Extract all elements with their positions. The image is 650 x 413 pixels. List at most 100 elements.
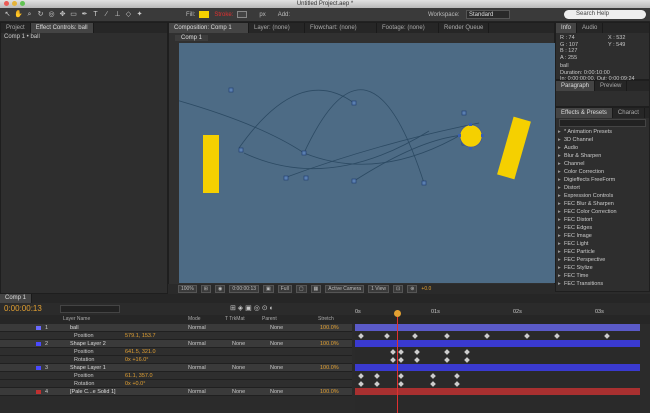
keyframe[interactable] xyxy=(398,373,404,379)
effects-list-item[interactable]: Audio xyxy=(556,144,649,152)
keyframe[interactable] xyxy=(524,333,530,339)
views-dropdown[interactable]: 1 View xyxy=(368,285,389,293)
keyframe[interactable] xyxy=(398,357,404,363)
playhead-handle[interactable] xyxy=(394,310,401,317)
rotate-tool-icon[interactable]: ↻ xyxy=(36,10,45,19)
keyframe[interactable] xyxy=(464,357,470,363)
layer-stretch[interactable]: 100.0% xyxy=(320,364,339,372)
layer-trkmat-dropdown[interactable]: None xyxy=(232,364,245,372)
keyframe[interactable] xyxy=(358,381,364,387)
keyframe[interactable] xyxy=(412,333,418,339)
keyframe[interactable] xyxy=(464,349,470,355)
layer-stretch[interactable]: 100.0% xyxy=(320,340,339,348)
keyframe[interactable] xyxy=(398,349,404,355)
layer-parent-dropdown[interactable]: None xyxy=(270,340,283,348)
eraser-tool-icon[interactable]: ◇ xyxy=(124,10,133,19)
transparency-icon[interactable]: ▦ xyxy=(310,285,322,293)
transform-handle[interactable] xyxy=(458,134,461,137)
property-value[interactable]: 641.5, 321.0 xyxy=(125,348,156,356)
effects-list-item[interactable]: Expression Controls xyxy=(556,192,649,200)
region-icon[interactable]: ▢ xyxy=(295,285,307,293)
layer-stretch[interactable]: 100.0% xyxy=(320,324,339,332)
camera-dropdown[interactable]: Active Camera xyxy=(325,285,365,293)
ball-shape[interactable] xyxy=(459,124,483,148)
tab-effect-controls[interactable]: Effect Controls: ball xyxy=(30,23,94,33)
tab-paragraph[interactable]: Paragraph xyxy=(556,81,596,91)
timeline-tracks[interactable] xyxy=(355,310,640,413)
layer-mode-dropdown[interactable]: Normal xyxy=(188,364,206,372)
keyframe[interactable] xyxy=(604,333,610,339)
keyframe[interactable] xyxy=(390,357,396,363)
tab-flowchart[interactable]: Flowchart: (none) xyxy=(305,23,377,33)
pen-tool-icon[interactable]: ✒ xyxy=(80,10,89,19)
close-window-icon[interactable] xyxy=(4,1,9,6)
property-value[interactable]: 0x +16.0° xyxy=(125,356,148,364)
effects-list-item[interactable]: 3D Channel xyxy=(556,136,649,144)
render-icon[interactable]: ⊕ xyxy=(407,285,418,293)
tab-comp-1[interactable]: Comp 1 xyxy=(175,35,209,41)
tab-effects-presets[interactable]: Effects & Presets xyxy=(556,108,613,118)
property-value[interactable]: 579.1, 153.7 xyxy=(125,332,156,340)
quality-dropdown[interactable]: Full xyxy=(277,285,292,293)
tab-audio[interactable]: Audio xyxy=(577,23,604,33)
effects-list-item[interactable]: FEC Blur & Sharpen xyxy=(556,200,649,208)
puppet-tool-icon[interactable]: ✦ xyxy=(135,10,144,19)
effects-list-item[interactable]: Digieffects FreeForm xyxy=(556,176,649,184)
layer-trkmat-dropdown[interactable]: None xyxy=(232,388,245,396)
hand-tool-icon[interactable]: ✋ xyxy=(14,10,23,19)
minimize-window-icon[interactable] xyxy=(12,1,17,6)
keyframe[interactable] xyxy=(374,381,380,387)
current-time-display[interactable]: 0:00:00:13 xyxy=(229,285,260,293)
layer-mode-dropdown[interactable]: Normal xyxy=(188,388,206,396)
transform-handle[interactable] xyxy=(481,134,484,137)
keyframe[interactable] xyxy=(430,373,436,379)
layer-parent-dropdown[interactable]: None xyxy=(270,364,283,372)
effects-list-item[interactable]: Channel xyxy=(556,160,649,168)
transform-handle[interactable] xyxy=(469,147,472,150)
keyframe-handle[interactable] xyxy=(351,178,357,184)
tab-composition[interactable]: Composition: Comp 1 xyxy=(169,23,249,33)
keyframe-handle[interactable] xyxy=(461,110,467,116)
keyframe[interactable] xyxy=(390,349,396,355)
layer-stretch[interactable]: 100.0% xyxy=(320,388,339,396)
search-help-input[interactable]: Search Help xyxy=(564,10,646,19)
rectangle-tool-icon[interactable]: ▭ xyxy=(69,10,78,19)
effects-list-item[interactable]: FEC Particle xyxy=(556,248,649,256)
keyframe-handle[interactable] xyxy=(421,180,427,186)
effects-search-input[interactable] xyxy=(559,119,646,127)
brush-tool-icon[interactable]: ∕ xyxy=(102,10,111,19)
zoom-tool-icon[interactable]: ⌕ xyxy=(25,10,34,19)
camera-icon[interactable]: ▣ xyxy=(263,285,274,293)
effects-list-item[interactable]: * Animation Presets xyxy=(556,128,649,136)
keyframe[interactable] xyxy=(454,381,460,387)
keyframe[interactable] xyxy=(414,349,420,355)
pan-behind-tool-icon[interactable]: ✥ xyxy=(58,10,67,19)
layer-name[interactable]: Shape Layer 2 xyxy=(70,340,106,348)
keyframe[interactable] xyxy=(384,333,390,339)
maximize-window-icon[interactable] xyxy=(20,1,25,6)
layer-name[interactable]: ball xyxy=(70,324,79,332)
effects-list-item[interactable]: Color Correction xyxy=(556,168,649,176)
timeline-search-input[interactable] xyxy=(60,305,120,313)
effects-list-item[interactable]: FEC Time xyxy=(556,272,649,280)
keyframe-handle[interactable] xyxy=(301,150,307,156)
keyframe[interactable] xyxy=(430,381,436,387)
layer-color-label[interactable] xyxy=(36,342,41,346)
effects-list-item[interactable]: FEC Color Correction xyxy=(556,208,649,216)
keyframe-handle[interactable] xyxy=(303,175,309,181)
timeline-switches-icon[interactable]: ⊞ ◈ ▣ ◎ ⊙ ◐ xyxy=(230,304,274,312)
effects-list-item[interactable]: FEC Image xyxy=(556,232,649,240)
workspace-dropdown[interactable]: Standard xyxy=(466,10,510,19)
tab-layer[interactable]: Layer: (none) xyxy=(249,23,305,33)
effects-list-item[interactable]: FEC Perspective xyxy=(556,256,649,264)
tab-footage[interactable]: Footage: (none) xyxy=(377,23,439,33)
effects-list-item[interactable]: Distort xyxy=(556,184,649,192)
keyframe-handle[interactable] xyxy=(228,87,234,93)
tab-project[interactable]: Project xyxy=(1,23,31,33)
add-label[interactable]: Add: xyxy=(278,12,290,18)
effects-list-item[interactable]: FEC Light xyxy=(556,240,649,248)
keyframe[interactable] xyxy=(398,381,404,387)
tab-character[interactable]: Charact xyxy=(613,108,645,118)
keyframe-handle[interactable] xyxy=(283,175,289,181)
layer-trkmat-dropdown[interactable]: None xyxy=(232,340,245,348)
